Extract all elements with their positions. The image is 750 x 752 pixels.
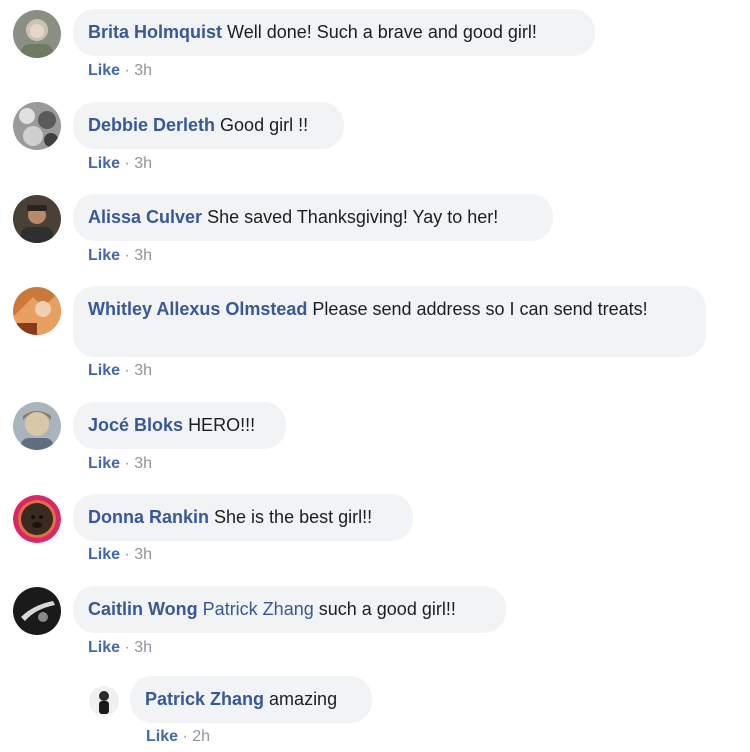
separator-dot: · xyxy=(124,247,130,264)
reply-meta: Like · 2h xyxy=(146,727,210,747)
comment-meta: Like · 3h xyxy=(88,246,152,266)
timestamp[interactable]: 3h xyxy=(134,247,152,264)
comment-meta: Like · 3h xyxy=(88,545,152,565)
separator-dot: · xyxy=(124,155,130,172)
separator-dot: · xyxy=(124,455,130,472)
comment-author[interactable]: Alissa Culver xyxy=(88,207,202,227)
comment-bubble: Brita Holmquist Well done! Such a brave … xyxy=(73,9,595,56)
avatar[interactable] xyxy=(13,10,61,58)
comment-bubble: Debbie Derleth Good girl !! xyxy=(73,102,344,149)
comment-text: Good girl !! xyxy=(220,115,309,135)
like-link[interactable]: Like xyxy=(88,247,120,264)
avatar[interactable] xyxy=(13,495,61,543)
separator-dot: · xyxy=(124,62,130,79)
avatar[interactable] xyxy=(89,686,119,716)
comment-bubble: Jocé Bloks HERO!!! xyxy=(73,402,286,449)
comment-author[interactable]: Caitlin Wong xyxy=(88,599,198,619)
reply-bubble: Patrick Zhang amazing xyxy=(130,676,372,723)
comment-text: Please send address so I can send treats… xyxy=(312,299,648,319)
avatar[interactable] xyxy=(13,402,61,450)
like-link[interactable]: Like xyxy=(88,62,120,79)
comment-text: Well done! Such a brave and good girl! xyxy=(227,22,537,42)
like-link[interactable]: Like xyxy=(88,155,120,172)
avatar[interactable] xyxy=(13,102,61,150)
timestamp[interactable]: 3h xyxy=(134,639,152,656)
avatar[interactable] xyxy=(13,195,61,243)
comment-author[interactable]: Jocé Bloks xyxy=(88,415,183,435)
comment-text: such a good girl!! xyxy=(318,599,456,619)
comment-meta: Like · 3h xyxy=(88,454,152,474)
like-link[interactable]: Like xyxy=(88,455,120,472)
like-link[interactable]: Like xyxy=(88,546,120,563)
comment-bubble: Donna Rankin She is the best girl!! xyxy=(73,494,413,541)
comment-author[interactable]: Whitley Allexus Olmstead xyxy=(88,299,307,319)
avatar[interactable] xyxy=(13,587,61,635)
comment-text: HERO!!! xyxy=(188,415,256,435)
separator-dot: · xyxy=(124,362,130,379)
avatar[interactable] xyxy=(13,287,61,335)
like-link[interactable]: Like xyxy=(88,639,120,656)
like-link[interactable]: Like xyxy=(88,362,120,379)
comment-author[interactable]: Brita Holmquist xyxy=(88,22,222,42)
separator-dot: · xyxy=(124,546,130,563)
timestamp[interactable]: 3h xyxy=(134,155,152,172)
timestamp[interactable]: 3h xyxy=(134,62,152,79)
timestamp[interactable]: 3h xyxy=(134,546,152,563)
like-link[interactable]: Like xyxy=(146,728,178,745)
separator-dot: · xyxy=(182,728,188,745)
comment-text: She is the best girl!! xyxy=(214,507,373,527)
comment-meta: Like · 3h xyxy=(88,154,152,174)
timestamp[interactable]: 2h xyxy=(192,728,210,745)
timestamp[interactable]: 3h xyxy=(134,362,152,379)
comment-author[interactable]: Donna Rankin xyxy=(88,507,209,527)
reply-text: amazing xyxy=(269,689,338,709)
separator-dot: · xyxy=(124,639,130,656)
comment-bubble: Caitlin Wong Patrick Zhang such a good g… xyxy=(73,586,506,633)
timestamp[interactable]: 3h xyxy=(134,455,152,472)
comment-text: She saved Thanksgiving! Yay to her! xyxy=(207,207,499,227)
comment-meta: Like · 3h xyxy=(88,61,152,81)
comment-author[interactable]: Debbie Derleth xyxy=(88,115,215,135)
comment-bubble: Alissa Culver She saved Thanksgiving! Ya… xyxy=(73,194,553,241)
comment-meta: Like · 3h xyxy=(88,361,152,381)
mention-link[interactable]: Patrick Zhang xyxy=(203,599,314,619)
reply-author[interactable]: Patrick Zhang xyxy=(145,689,264,709)
comment-bubble: Whitley Allexus Olmstead Please send add… xyxy=(73,286,706,357)
comment-meta: Like · 3h xyxy=(88,638,152,658)
